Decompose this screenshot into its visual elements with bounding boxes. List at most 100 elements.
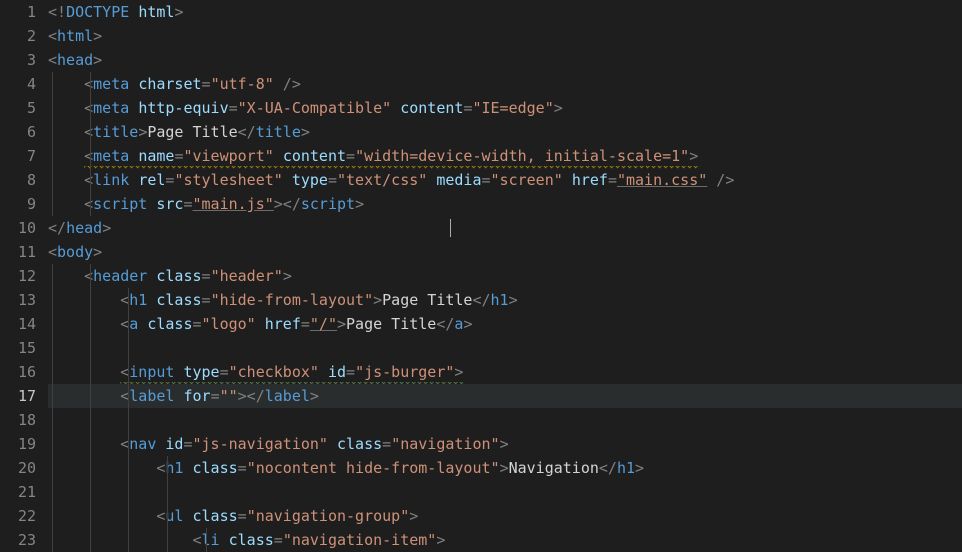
code-token: body (57, 243, 93, 261)
code-token: header (93, 267, 147, 285)
code-token: > (138, 123, 147, 141)
code-token: "X-UA-Compatible" (238, 99, 392, 117)
line-number-gutter: 1234567891011121314151617181920212223 (0, 0, 48, 552)
code-token (319, 363, 328, 381)
code-line[interactable]: <h1 class="hide-from-layout">Page Title<… (48, 288, 962, 312)
code-token: </ (238, 123, 256, 141)
line-number: 12 (0, 264, 36, 288)
code-token (563, 171, 572, 189)
code-token: /> (707, 171, 734, 189)
code-token: </ (599, 459, 617, 477)
code-token: = (482, 171, 491, 189)
line-number: 7 (0, 144, 36, 168)
code-token (427, 171, 436, 189)
code-token: src (156, 195, 183, 213)
code-token: > (500, 435, 509, 453)
code-token: <! (48, 3, 66, 21)
code-token: Navigation (509, 459, 599, 477)
code-line[interactable] (48, 336, 962, 360)
line-number: 1 (0, 0, 36, 24)
code-token: > (310, 387, 319, 405)
code-token (274, 147, 283, 165)
code-token: = (238, 507, 247, 525)
code-line[interactable]: <h1 class="nocontent hide-from-layout">N… (48, 456, 962, 480)
code-token: script (93, 195, 147, 213)
code-token: > (635, 459, 644, 477)
code-token (129, 75, 138, 93)
code-line[interactable]: <input type="checkbox" id="js-burger"> (48, 360, 962, 384)
code-line[interactable] (48, 480, 962, 504)
code-token: > (436, 531, 445, 549)
code-token (183, 507, 192, 525)
code-line[interactable]: <li class="navigation-item"> (48, 528, 962, 552)
code-token: > (373, 291, 382, 309)
code-token: class (147, 315, 192, 333)
code-token: > (102, 219, 111, 237)
line-number: 20 (0, 456, 36, 480)
code-token: a (129, 315, 138, 333)
code-token: content (283, 147, 346, 165)
code-token: "checkbox" (229, 363, 319, 381)
code-token: = (229, 99, 238, 117)
code-line[interactable]: <header class="header"> (48, 264, 962, 288)
code-token: > (174, 3, 183, 21)
code-token: meta (93, 147, 129, 165)
code-line[interactable]: <body> (48, 240, 962, 264)
line-number: 17 (0, 384, 36, 408)
code-token: "logo" (202, 315, 256, 333)
code-line[interactable]: <!DOCTYPE html> (48, 0, 962, 24)
code-line[interactable]: <link rel="stylesheet" type="text/css" m… (48, 168, 962, 192)
line-number: 16 (0, 360, 36, 384)
code-token: "screen" (491, 171, 563, 189)
code-token (328, 435, 337, 453)
code-line[interactable]: <meta charset="utf-8" /> (48, 72, 962, 96)
code-token: "js-navigation" (193, 435, 328, 453)
code-token: < (84, 171, 93, 189)
code-token: > (500, 459, 509, 477)
code-line[interactable]: <html> (48, 24, 962, 48)
code-token: > (301, 123, 310, 141)
code-line[interactable]: <meta http-equiv="X-UA-Compatible" conte… (48, 96, 962, 120)
code-line[interactable] (48, 408, 962, 432)
code-token: "/" (310, 315, 337, 333)
code-token: = (193, 315, 202, 333)
code-line[interactable]: <script src="main.js"></script> (48, 192, 962, 216)
line-number: 8 (0, 168, 36, 192)
code-token: ul (165, 507, 183, 525)
code-token: html (138, 3, 174, 21)
code-line[interactable]: <label for=""></label> (48, 384, 962, 408)
code-token: > (93, 51, 102, 69)
code-token: = (346, 363, 355, 381)
code-token: label (265, 387, 310, 405)
code-token: </ (436, 315, 454, 333)
line-number: 3 (0, 48, 36, 72)
line-number: 23 (0, 528, 36, 552)
code-token: h1 (491, 291, 509, 309)
line-number: 4 (0, 72, 36, 96)
code-token: = (328, 171, 337, 189)
code-token: < (84, 195, 93, 213)
code-token: "main.css" (617, 171, 707, 189)
line-number: 14 (0, 312, 36, 336)
code-token: title (256, 123, 301, 141)
code-line[interactable]: </head> (48, 216, 962, 240)
code-line[interactable]: <title>Page Title</title> (48, 120, 962, 144)
code-token: "navigation-group" (247, 507, 410, 525)
code-token: = (274, 531, 283, 549)
line-number: 9 (0, 192, 36, 216)
code-token: = (202, 75, 211, 93)
code-line[interactable]: <nav id="js-navigation" class="navigatio… (48, 432, 962, 456)
code-editor-area[interactable]: <!DOCTYPE html><html><head> <meta charse… (48, 0, 962, 552)
line-number: 15 (0, 336, 36, 360)
line-number: 10 (0, 216, 36, 240)
code-token: < (84, 75, 93, 93)
code-token: class (337, 435, 382, 453)
code-line[interactable]: <ul class="navigation-group"> (48, 504, 962, 528)
code-line[interactable]: <meta name="viewport" content="width=dev… (48, 144, 962, 168)
code-line[interactable]: <a class="logo" href="/">Page Title</a> (48, 312, 962, 336)
code-token: "nocontent hide-from-layout" (247, 459, 500, 477)
code-token: "viewport" (183, 147, 273, 165)
code-line[interactable]: <head> (48, 48, 962, 72)
code-token: > (509, 291, 518, 309)
code-token: < (84, 267, 93, 285)
